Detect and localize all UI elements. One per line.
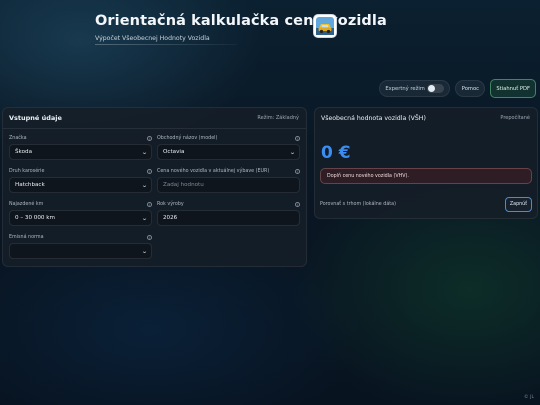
model-select[interactable]: Octavia ⌄ [157, 144, 300, 160]
brand-label: Značka [9, 135, 27, 141]
year-label: Rok výroby [157, 201, 184, 207]
brand-value: Škoda [15, 149, 32, 155]
subtitle-underline [95, 44, 237, 45]
model-label: Obchodný názov (model) [157, 135, 218, 141]
expert-mode-switch[interactable]: Expertný režim [379, 80, 451, 97]
body-field: Druh karosérie i Hatchback ⌄ [9, 167, 152, 193]
car-logo-graphic [316, 17, 334, 35]
new-price-field: Cena nového vozidla v aktuálnej výbave (… [157, 167, 300, 193]
expert-mode-toggle[interactable] [427, 84, 445, 93]
missing-price-alert: Doplň cenu nového vozidla (VHV). [320, 168, 532, 184]
new-price-input[interactable]: Zadaj hodnotu [157, 177, 300, 193]
chevron-down-icon: ⌄ [141, 148, 148, 156]
market-compare-label: Porovnať s trhom (lokálne dáta) [320, 202, 396, 207]
mileage-label: Najazdené km [9, 201, 44, 207]
download-pdf-button[interactable]: Stiahnuť PDF [490, 79, 536, 98]
footer-copyright: © JL [524, 395, 534, 400]
new-price-placeholder: Zadaj hodnotu [163, 182, 204, 188]
chevron-down-icon: ⌄ [141, 247, 148, 255]
info-icon[interactable]: i [295, 201, 300, 207]
info-icon[interactable]: i [147, 201, 152, 207]
info-icon[interactable]: i [147, 135, 152, 141]
mileage-value: 0 – 30 000 km [15, 215, 55, 221]
page-subtitle: Výpočet Všeobecnej Hodnoty Vozidla [95, 35, 210, 42]
year-input[interactable]: 2026 [157, 210, 300, 226]
chevron-down-icon: ⌄ [141, 214, 148, 222]
info-icon[interactable]: i [147, 168, 152, 174]
page-header: Orientačná kalkulačka ceny vozidla Výpoč… [95, 13, 387, 45]
emission-field: Emisná norma i ⌄ [9, 233, 152, 259]
recalc-status: Prepočítané [500, 115, 530, 121]
model-field: Obchodný názov (model) i Octavia ⌄ [157, 134, 300, 160]
chevron-down-icon: ⌄ [141, 181, 148, 189]
mode-indicator: Režim: Základný [257, 115, 299, 121]
toolbar: Expertný režim Pomoc Stiahnuť PDF [379, 79, 536, 98]
car-logo-icon [313, 14, 337, 38]
new-price-label: Cena nového vozidla v aktuálnej výbave (… [157, 168, 270, 174]
emission-select[interactable]: ⌄ [9, 243, 152, 259]
brand-field: Značka i Škoda ⌄ [9, 134, 152, 160]
mileage-field: Najazdené km i 0 – 30 000 km ⌄ [9, 200, 152, 226]
inputs-card: Vstupné údaje Režim: Základný Značka i Šk… [2, 107, 307, 267]
inputs-card-header: Vstupné údaje Režim: Základný [3, 108, 306, 129]
body-value: Hatchback [15, 182, 45, 188]
chevron-down-icon: ⌄ [289, 148, 296, 156]
result-card-header: Všeobecná hodnota vozidla (VŠH) Prepočít… [315, 108, 537, 128]
emission-label: Emisná norma [9, 234, 44, 240]
expert-mode-label: Expertný režim [385, 85, 425, 92]
body-label: Druh karosérie [9, 168, 45, 174]
toggle-knob [428, 85, 436, 92]
info-icon[interactable]: i [147, 234, 152, 240]
info-icon[interactable]: i [295, 135, 300, 141]
body-select[interactable]: Hatchback ⌄ [9, 177, 152, 193]
vehicle-value-amount: 0 € [321, 143, 351, 163]
mileage-select[interactable]: 0 – 30 000 km ⌄ [9, 210, 152, 226]
year-field: Rok výroby i 2026 [157, 200, 300, 226]
model-value: Octavia [163, 149, 185, 155]
result-card-title: Všeobecná hodnota vozidla (VŠH) [321, 114, 426, 122]
info-icon[interactable]: i [295, 168, 300, 174]
year-value: 2026 [163, 215, 178, 221]
page-title: Orientačná kalkulačka ceny vozidla [95, 13, 387, 29]
help-button[interactable]: Pomoc [455, 80, 486, 97]
market-compare-enable-button[interactable]: Zapnúť [505, 197, 532, 212]
inputs-card-title: Vstupné údaje [9, 114, 62, 122]
brand-select[interactable]: Škoda ⌄ [9, 144, 152, 160]
